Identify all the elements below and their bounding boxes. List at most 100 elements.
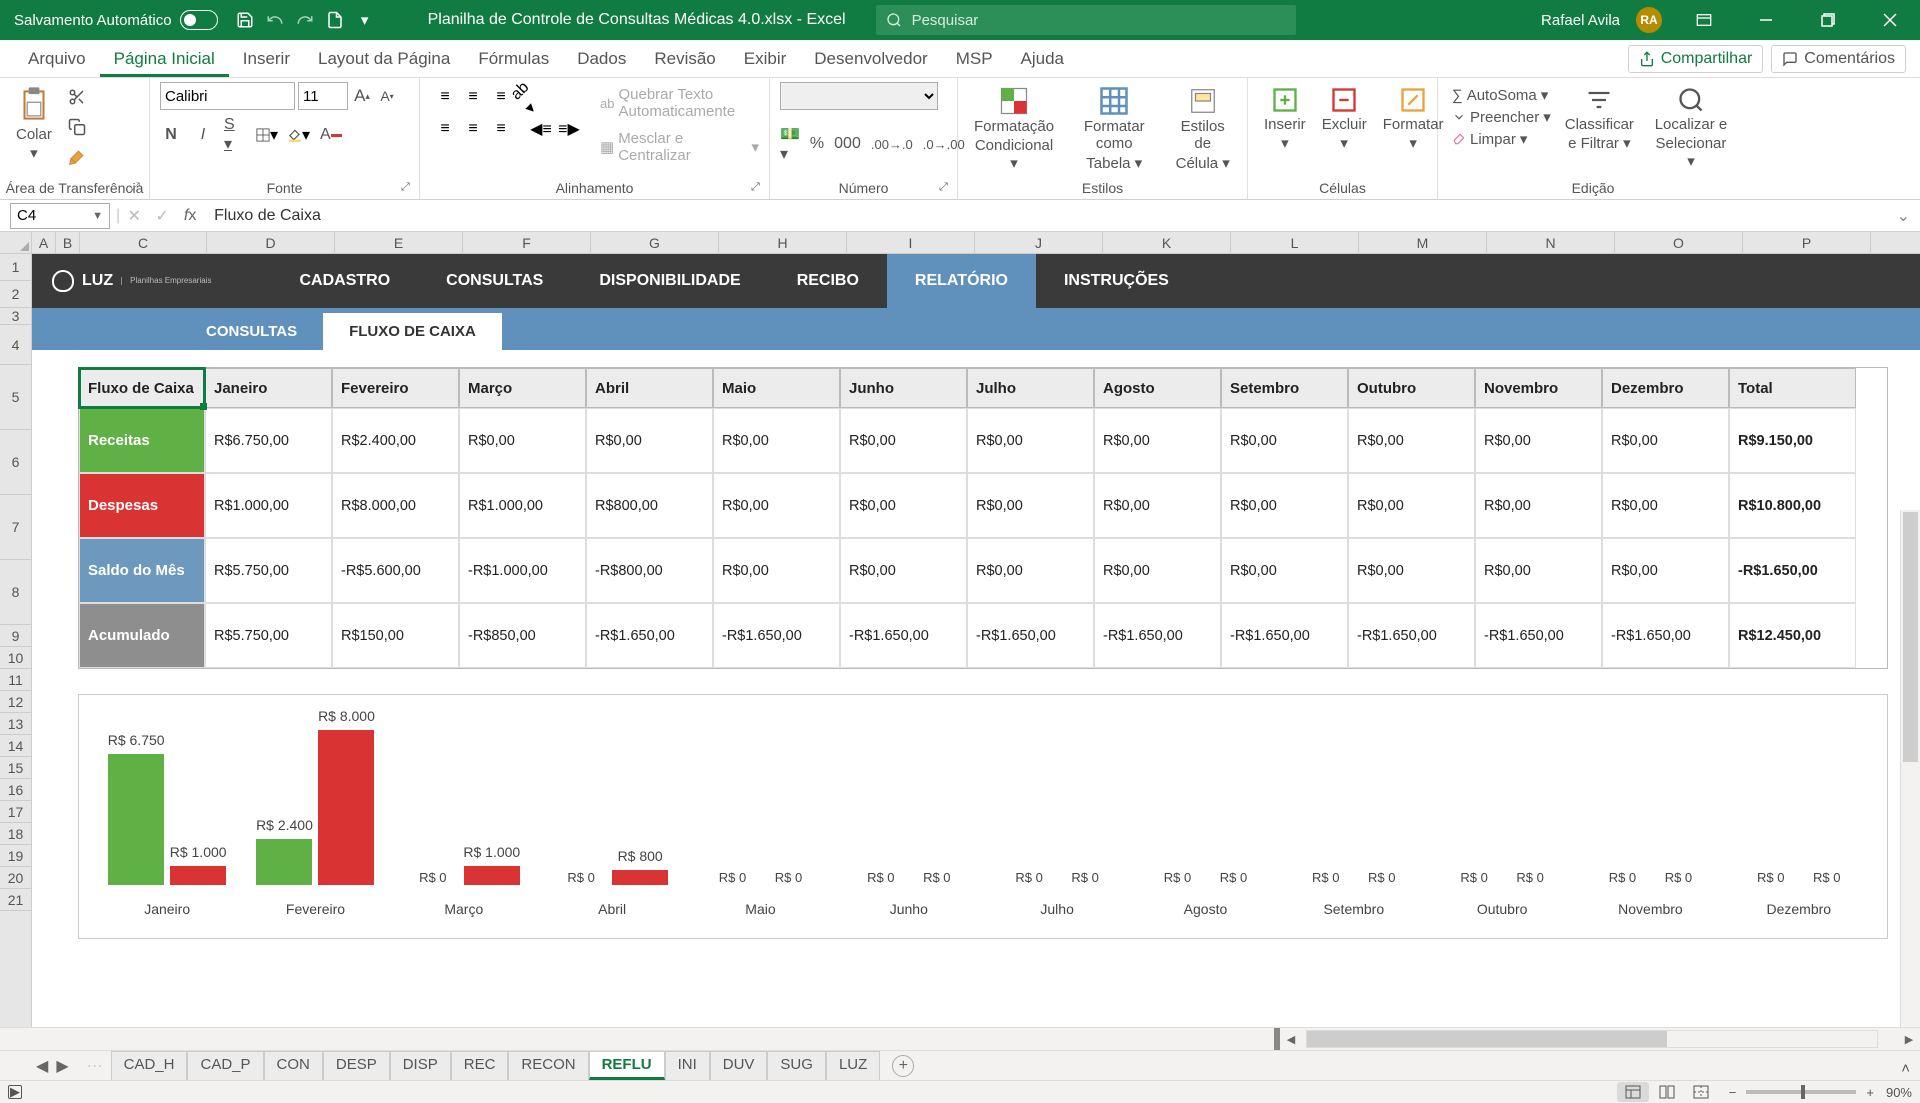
- fill-button[interactable]: Preencher ▾: [1452, 108, 1551, 126]
- table-cell[interactable]: R$0,00: [967, 408, 1094, 473]
- align-right-icon[interactable]: ≡: [490, 118, 512, 140]
- horizontal-scrollbar[interactable]: [1306, 1030, 1878, 1048]
- table-cell[interactable]: R$0,00: [1348, 538, 1475, 603]
- row-header-9[interactable]: 9: [0, 625, 31, 647]
- number-dialog-icon[interactable]: ⤢: [939, 181, 953, 195]
- percent-format-icon[interactable]: %: [810, 135, 824, 153]
- ribbon-tab-layout-da-página[interactable]: Layout da Página: [304, 41, 464, 77]
- table-header[interactable]: Julho: [967, 368, 1094, 408]
- fx-icon[interactable]: fx: [176, 207, 204, 225]
- table-cell[interactable]: R$0,00: [1348, 408, 1475, 473]
- align-middle-icon[interactable]: ≡: [462, 86, 484, 108]
- select-all-cells[interactable]: [0, 232, 32, 253]
- sheet-tab-luz[interactable]: LUZ: [826, 1051, 880, 1080]
- row-header-20[interactable]: 20: [0, 867, 31, 889]
- column-header-P[interactable]: P: [1743, 232, 1871, 253]
- ribbon-tab-ajuda[interactable]: Ajuda: [1007, 41, 1078, 77]
- nav-relatório[interactable]: RELATÓRIO: [887, 254, 1036, 308]
- cut-icon[interactable]: [66, 86, 88, 108]
- subtab-consultas[interactable]: CONSULTAS: [180, 313, 323, 350]
- row-header-11[interactable]: 11: [0, 669, 31, 691]
- table-cell[interactable]: -R$850,00: [459, 603, 586, 668]
- number-format-select[interactable]: [780, 82, 938, 110]
- nav-cadastro[interactable]: CADASTRO: [271, 254, 418, 308]
- expand-formula-icon[interactable]: ⌄: [1887, 206, 1920, 226]
- table-cell[interactable]: -R$1.650,00: [1094, 603, 1221, 668]
- decrease-indent-icon[interactable]: ◀≡: [530, 118, 552, 140]
- underline-icon[interactable]: S ▾: [224, 124, 246, 146]
- copy-icon[interactable]: [66, 116, 88, 138]
- table-cell[interactable]: -R$1.650,00: [1729, 538, 1856, 603]
- row-label[interactable]: Despesas: [79, 473, 205, 538]
- zoom-out-icon[interactable]: −: [1729, 1085, 1737, 1100]
- sheet-tab-con[interactable]: CON: [264, 1051, 323, 1080]
- touch-mode-icon[interactable]: [322, 7, 348, 33]
- collapse-ribbon-icon[interactable]: ˄: [1901, 1060, 1910, 1077]
- table-cell[interactable]: R$0,00: [1221, 408, 1348, 473]
- table-cell[interactable]: R$0,00: [840, 408, 967, 473]
- table-cell[interactable]: R$0,00: [1221, 473, 1348, 538]
- column-header-O[interactable]: O: [1615, 232, 1743, 253]
- zoom-level[interactable]: 90%: [1886, 1085, 1912, 1100]
- ribbon-tab-inserir[interactable]: Inserir: [229, 41, 304, 77]
- row-header-3[interactable]: 3: [0, 308, 31, 325]
- customize-qat-icon[interactable]: ▾: [352, 7, 378, 33]
- table-cell[interactable]: R$0,00: [1348, 473, 1475, 538]
- confirm-formula-icon[interactable]: ✓: [148, 206, 176, 226]
- tab-nav-prev-icon[interactable]: ◀: [36, 1056, 48, 1076]
- table-cell[interactable]: R$0,00: [1094, 473, 1221, 538]
- sheet-tab-sug[interactable]: SUG: [767, 1051, 826, 1080]
- sheet-tab-desp[interactable]: DESP: [323, 1051, 390, 1080]
- row-header-12[interactable]: 12: [0, 691, 31, 713]
- table-cell[interactable]: -R$1.000,00: [459, 538, 586, 603]
- merge-center-button[interactable]: ▦Mesclar e Centralizar ▾: [600, 130, 759, 164]
- alignment-dialog-icon[interactable]: ⤢: [751, 181, 765, 195]
- table-cell[interactable]: R$1.000,00: [459, 473, 586, 538]
- column-header-J[interactable]: J: [975, 232, 1103, 253]
- table-cell[interactable]: R$0,00: [1475, 538, 1602, 603]
- column-header-L[interactable]: L: [1231, 232, 1359, 253]
- column-header-D[interactable]: D: [207, 232, 335, 253]
- sheet-tab-ini[interactable]: INI: [665, 1051, 710, 1080]
- table-header[interactable]: Setembro: [1221, 368, 1348, 408]
- scroll-right-icon[interactable]: ▶: [1898, 1033, 1920, 1046]
- ribbon-tab-exibir[interactable]: Exibir: [730, 41, 801, 77]
- table-cell[interactable]: R$150,00: [332, 603, 459, 668]
- align-left-icon[interactable]: ≡: [434, 118, 456, 140]
- sheet-tab-rec[interactable]: REC: [451, 1051, 509, 1080]
- row-header-8[interactable]: 8: [0, 560, 31, 625]
- sheet-tab-recon[interactable]: RECON: [508, 1051, 588, 1080]
- table-cell[interactable]: R$5.750,00: [205, 603, 332, 668]
- table-header[interactable]: Março: [459, 368, 586, 408]
- table-cell[interactable]: R$0,00: [840, 473, 967, 538]
- column-header-N[interactable]: N: [1487, 232, 1615, 253]
- table-header[interactable]: Total: [1729, 368, 1856, 408]
- row-header-1[interactable]: 1: [0, 254, 31, 281]
- table-cell[interactable]: R$6.750,00: [205, 408, 332, 473]
- table-cell[interactable]: -R$1.650,00: [1221, 603, 1348, 668]
- page-break-view-icon[interactable]: [1685, 1082, 1717, 1102]
- autosum-button[interactable]: ∑ AutoSoma ▾: [1452, 86, 1551, 104]
- undo-icon[interactable]: [262, 7, 288, 33]
- row-header-2[interactable]: 2: [0, 281, 31, 308]
- nav-disponibilidade[interactable]: DISPONIBILIDADE: [571, 254, 768, 308]
- table-cell[interactable]: R$5.750,00: [205, 538, 332, 603]
- table-header[interactable]: Junho: [840, 368, 967, 408]
- table-cell[interactable]: R$0,00: [586, 408, 713, 473]
- row-header-10[interactable]: 10: [0, 647, 31, 669]
- new-sheet-button[interactable]: +: [892, 1055, 914, 1077]
- sheet-tab-disp[interactable]: DISP: [390, 1051, 451, 1080]
- nav-consultas[interactable]: CONSULTAS: [418, 254, 571, 308]
- row-header-5[interactable]: 5: [0, 365, 31, 430]
- table-cell[interactable]: R$0,00: [1602, 473, 1729, 538]
- table-cell[interactable]: R$0,00: [459, 408, 586, 473]
- table-cell[interactable]: R$0,00: [1602, 408, 1729, 473]
- scroll-left-icon[interactable]: ◀: [1280, 1033, 1302, 1046]
- font-name-select[interactable]: [160, 82, 295, 110]
- row-label[interactable]: Acumulado: [79, 603, 205, 668]
- tab-nav-next-icon[interactable]: ▶: [56, 1056, 68, 1076]
- column-header-G[interactable]: G: [591, 232, 719, 253]
- cashflow-chart[interactable]: R$ 6.750R$ 1.000JaneiroR$ 2.400R$ 8.000F…: [78, 694, 1888, 939]
- subtab-fluxo-de-caixa[interactable]: FLUXO DE CAIXA: [323, 313, 502, 350]
- ribbon-tab-msp[interactable]: MSP: [942, 41, 1007, 77]
